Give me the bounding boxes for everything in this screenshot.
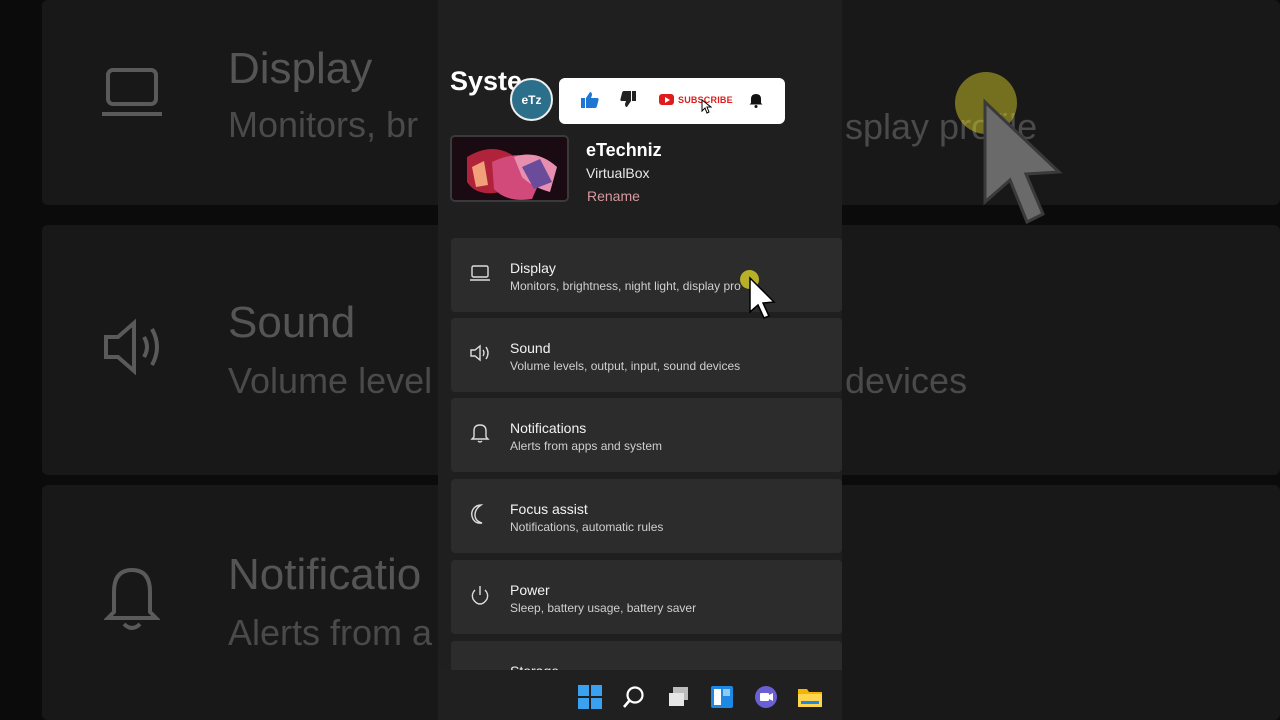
settings-item-desc: Sleep, battery usage, battery saver xyxy=(510,601,697,615)
settings-item-title: Notifications xyxy=(510,420,587,436)
youtube-action-bar: SUBSCRIBE xyxy=(559,78,785,124)
bg-display-title: Display xyxy=(228,44,373,93)
youtube-play-icon xyxy=(659,94,674,105)
channel-logo[interactable]: eTz xyxy=(510,78,553,121)
teams-chat-icon[interactable] xyxy=(753,684,779,710)
speaker-icon xyxy=(470,344,489,362)
task-view-icon[interactable] xyxy=(666,684,692,710)
bg-sound-title: Sound xyxy=(228,298,356,347)
settings-item-notifications[interactable]: Notifications Alerts from apps and syste… xyxy=(451,398,842,472)
profile-name: eTechniz xyxy=(586,140,662,160)
notification-bell-icon[interactable] xyxy=(749,92,763,108)
power-icon xyxy=(471,586,489,605)
thumbs-up-icon[interactable] xyxy=(581,92,599,108)
settings-item-title: Sound xyxy=(510,340,551,356)
moon-icon xyxy=(471,504,484,524)
subscribe-button[interactable]: SUBSCRIBE xyxy=(659,94,733,105)
mouse-cursor-icon xyxy=(749,276,776,319)
file-explorer-icon[interactable] xyxy=(797,684,823,710)
search-icon[interactable] xyxy=(621,684,647,710)
bg-notifications-title: Notificatio xyxy=(228,550,422,599)
laptop-icon xyxy=(470,265,490,281)
bg-display-subtitle: Monitors, br xyxy=(228,104,419,145)
bell-icon xyxy=(470,424,490,443)
widgets-icon[interactable] xyxy=(709,684,735,710)
settings-item-sound[interactable]: Sound Volume levels, output, input, soun… xyxy=(451,318,842,392)
desktop-wallpaper-thumbnail[interactable] xyxy=(450,135,569,202)
settings-item-title: Focus assist xyxy=(510,501,588,517)
small-cursor-icon xyxy=(701,98,712,114)
bg-sound-subtitle-right: devices xyxy=(845,360,968,401)
bg-notifications-subtitle: Alerts from a xyxy=(228,612,433,653)
settings-item-desc: Notifications, automatic rules xyxy=(510,520,664,534)
settings-item-title: Display xyxy=(510,260,556,276)
bell-icon xyxy=(104,567,160,630)
settings-item-desc: Alerts from apps and system xyxy=(510,439,663,453)
speaker-icon xyxy=(104,318,159,376)
settings-item-display[interactable]: Display Monitors, brightness, night ligh… xyxy=(451,238,842,312)
settings-item-focus-assist[interactable]: Focus assist Notifications, automatic ru… xyxy=(451,479,842,553)
laptop-icon xyxy=(102,68,162,116)
bg-cursor-icon xyxy=(983,98,1063,225)
settings-item-desc: Monitors, brightness, night light, displ… xyxy=(510,279,741,293)
settings-item-power[interactable]: Power Sleep, battery usage, battery save… xyxy=(451,560,842,634)
bg-sound-subtitle: Volume level xyxy=(228,360,433,401)
rename-link[interactable]: Rename xyxy=(587,188,640,204)
wallpaper-image xyxy=(452,137,567,200)
device-name: VirtualBox xyxy=(586,165,650,181)
settings-item-title: Power xyxy=(510,582,550,598)
windows-start-icon[interactable] xyxy=(577,684,603,710)
thumbs-down-icon[interactable] xyxy=(620,91,636,107)
channel-logo-text: eTz xyxy=(521,92,542,107)
settings-item-desc: Volume levels, output, input, sound devi… xyxy=(510,359,741,373)
